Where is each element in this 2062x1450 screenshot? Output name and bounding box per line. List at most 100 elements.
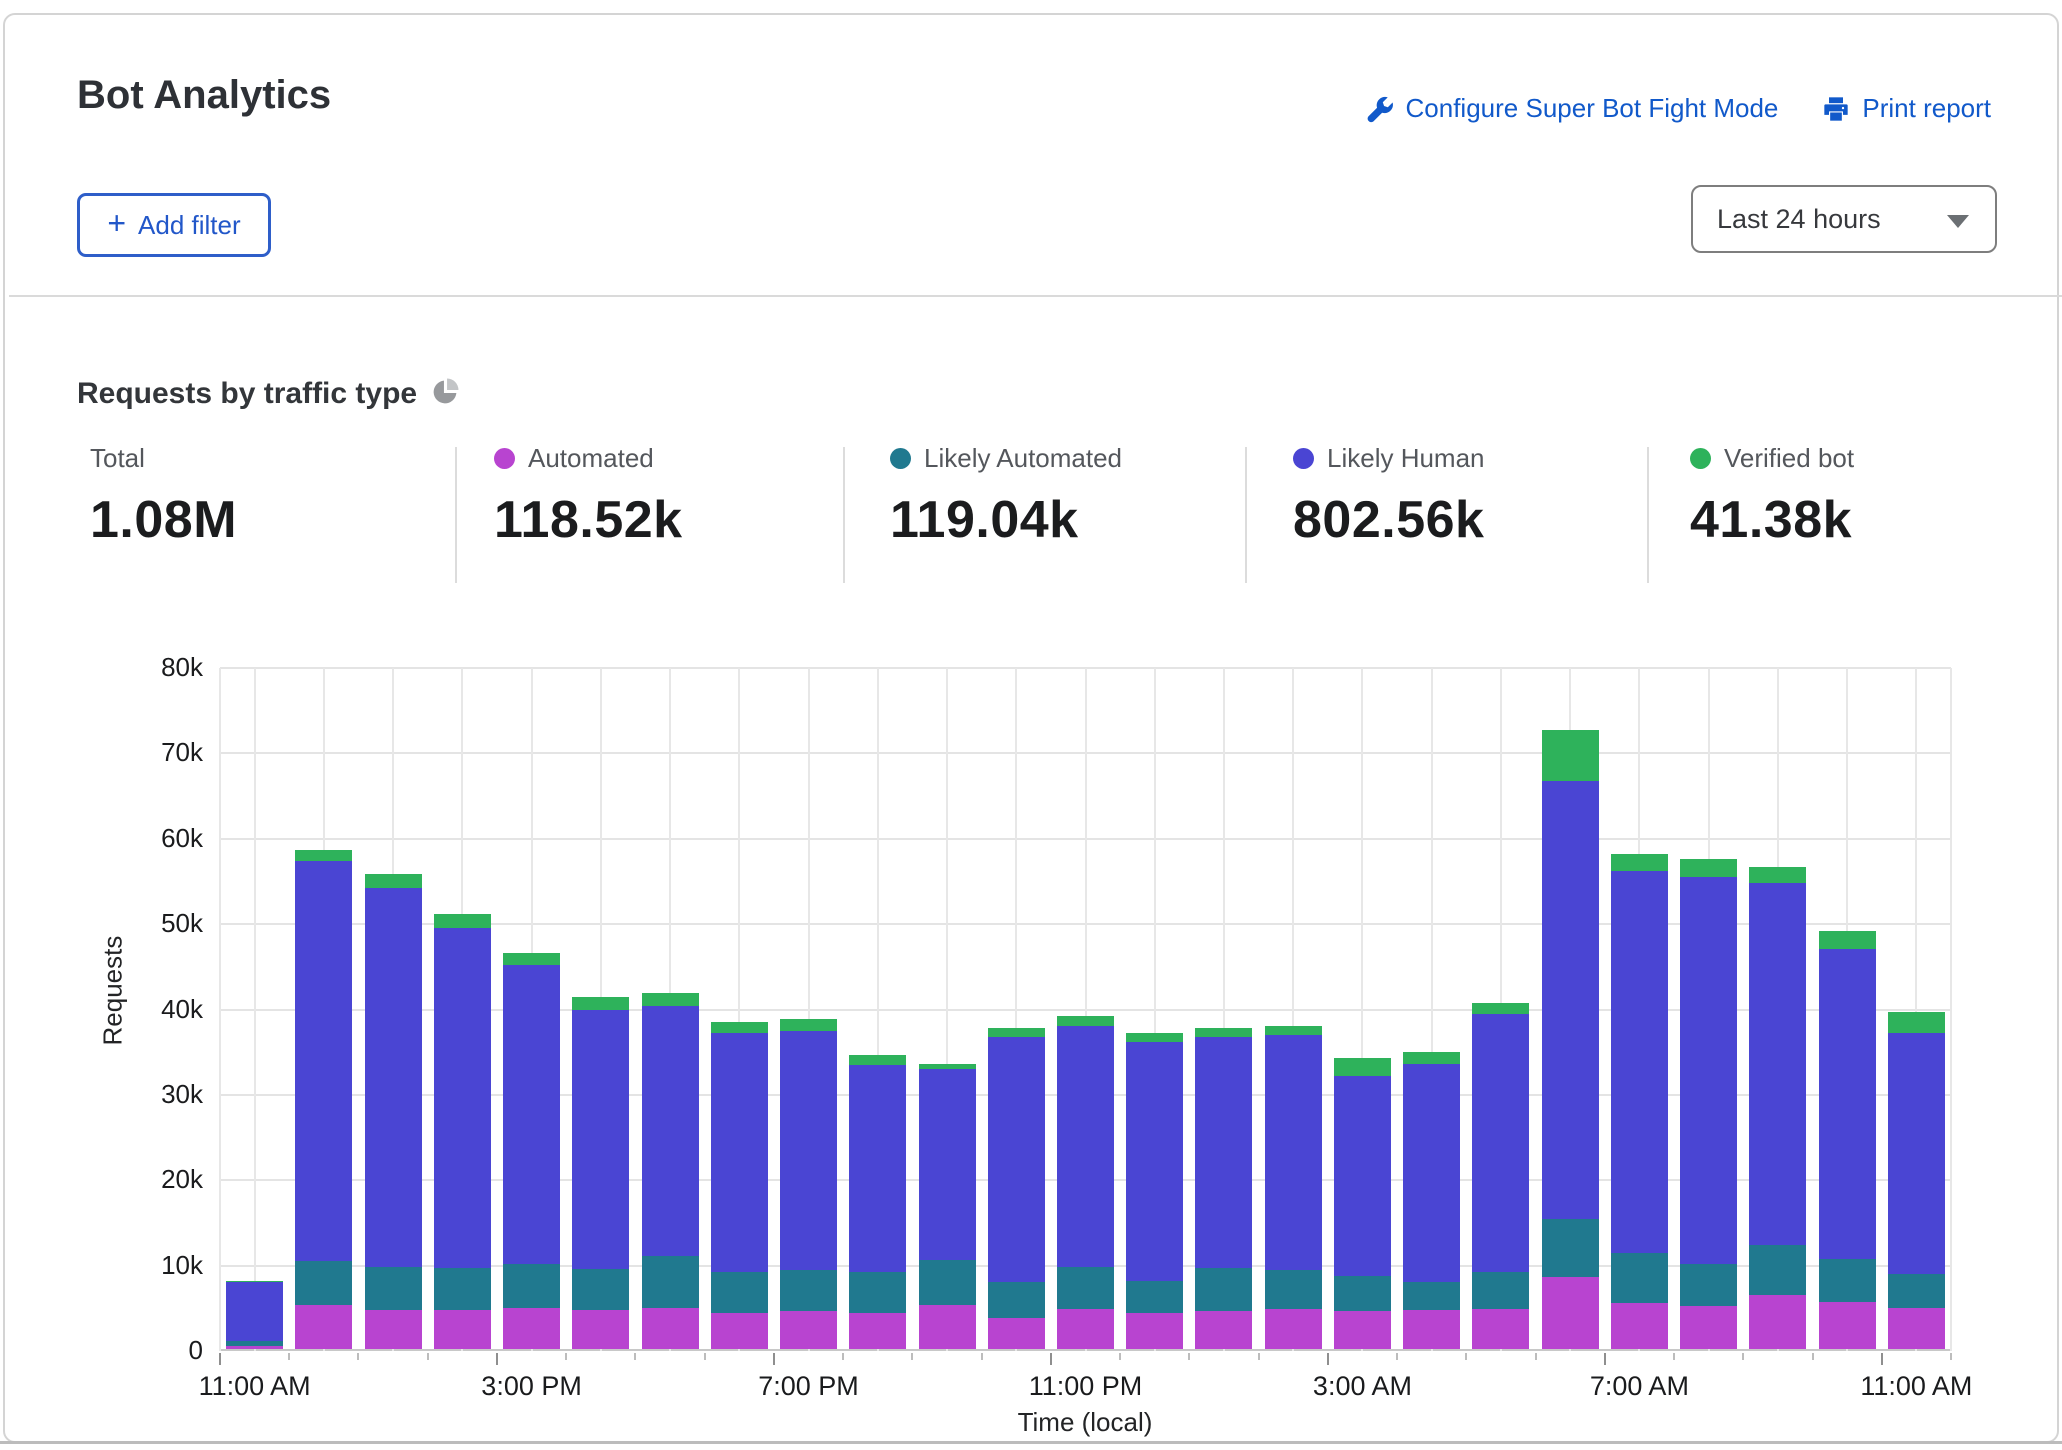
analytics-card: Bot Analytics Configure Super Bot Fight … <box>3 13 2059 1443</box>
bar-segment-automated <box>988 1318 1045 1349</box>
stat-divider <box>843 447 845 583</box>
bar-segment-likely-automated <box>1195 1268 1252 1312</box>
time-range-value: Last 24 hours <box>1717 204 1881 235</box>
bar-segment-likely-automated <box>1472 1272 1529 1309</box>
traffic-type-stats: Total 1.08M Automated 118.52k Likely Aut… <box>5 443 2062 588</box>
bar-2-00-pm[interactable] <box>434 914 491 1349</box>
bar-2-00-am[interactable] <box>1265 1026 1322 1349</box>
stat-likely-automated[interactable]: Likely Automated 119.04k <box>890 443 1122 550</box>
bar-segment-likely-automated <box>1542 1219 1599 1277</box>
stat-likely-human-value: 802.56k <box>1293 490 1485 550</box>
print-report-link[interactable]: Print report <box>1822 93 1991 124</box>
bar-segment-verified-bot <box>1680 859 1737 877</box>
y-tick-label: 10k <box>107 1250 203 1281</box>
stat-likely-human[interactable]: Likely Human 802.56k <box>1293 443 1485 550</box>
axis-minor-tick <box>288 1353 290 1360</box>
axis-minor-tick <box>634 1353 636 1360</box>
bar-12-00-pm[interactable] <box>295 850 352 1349</box>
bar-segment-automated <box>1265 1309 1322 1349</box>
y-tick-label: 20k <box>107 1164 203 1195</box>
x-tick-label: 3:00 AM <box>1313 1371 1412 1402</box>
bar-11-00-pm[interactable] <box>1057 1016 1114 1349</box>
bar-segment-likely-human <box>503 965 560 1264</box>
time-range-select[interactable]: Last 24 hours <box>1691 185 1997 253</box>
add-filter-label: Add filter <box>138 210 241 241</box>
stat-automated[interactable]: Automated 118.52k <box>494 443 683 550</box>
bar-segment-automated <box>642 1308 699 1349</box>
stat-verified-bot[interactable]: Verified bot 41.38k <box>1690 443 1854 550</box>
likely-human-dot-icon <box>1293 448 1314 469</box>
axis-major-tick <box>1327 1353 1329 1365</box>
axis-minor-tick <box>704 1353 706 1360</box>
bar-9-00-am[interactable] <box>1749 867 1806 1349</box>
bar-segment-verified-bot <box>1334 1058 1391 1076</box>
axis-minor-tick <box>911 1353 913 1360</box>
bar-4-00-pm[interactable] <box>572 997 629 1349</box>
bar-11-00-am[interactable] <box>226 1281 283 1349</box>
axis-major-tick <box>773 1353 775 1365</box>
bar-segment-automated <box>1888 1308 1945 1349</box>
bar-segment-verified-bot <box>1749 867 1806 883</box>
y-tick-label: 60k <box>107 823 203 854</box>
bar-1-00-am[interactable] <box>1195 1028 1252 1349</box>
bar-3-00-am[interactable] <box>1334 1058 1391 1349</box>
axis-minor-tick <box>1396 1353 1398 1360</box>
likely-automated-dot-icon <box>890 448 911 469</box>
x-tick-label: 7:00 PM <box>758 1371 859 1402</box>
bar-11-00-am[interactable] <box>1888 1012 1945 1349</box>
bar-segment-likely-human <box>988 1037 1045 1282</box>
bar-segment-verified-bot <box>1472 1003 1529 1014</box>
add-filter-button[interactable]: + Add filter <box>77 193 271 257</box>
bar-10-00-pm[interactable] <box>988 1028 1045 1349</box>
bar-6-00-am[interactable] <box>1542 730 1599 1349</box>
bar-segment-automated <box>1680 1306 1737 1349</box>
bar-8-00-am[interactable] <box>1680 859 1737 1349</box>
bar-segment-automated <box>572 1310 629 1349</box>
wrench-icon <box>1366 95 1394 123</box>
bar-7-00-am[interactable] <box>1611 854 1668 1349</box>
bar-segment-likely-human <box>1126 1042 1183 1281</box>
bar-segment-likely-human <box>1472 1014 1529 1272</box>
bar-segment-automated <box>365 1310 422 1349</box>
axis-minor-tick <box>1188 1353 1190 1360</box>
axis-major-tick <box>219 1353 221 1365</box>
bar-segment-automated <box>1542 1277 1599 1349</box>
next-card-top-border <box>0 1441 2062 1444</box>
bar-10-00-am[interactable] <box>1819 931 1876 1349</box>
bar-5-00-am[interactable] <box>1472 1003 1529 1349</box>
bar-segment-likely-human <box>1888 1033 1945 1274</box>
bar-segment-likely-human <box>1403 1064 1460 1282</box>
axis-major-tick <box>1050 1353 1052 1365</box>
bar-segment-verified-bot <box>1126 1033 1183 1042</box>
bar-segment-verified-bot <box>295 850 352 861</box>
stat-total[interactable]: Total 1.08M <box>90 443 237 550</box>
bar-7-00-pm[interactable] <box>780 1019 837 1349</box>
bar-segment-automated <box>1611 1303 1668 1349</box>
y-tick-label: 50k <box>107 908 203 939</box>
bar-5-00-pm[interactable] <box>642 993 699 1349</box>
bar-segment-likely-automated <box>1265 1270 1322 1309</box>
configure-super-bot-fight-mode-link[interactable]: Configure Super Bot Fight Mode <box>1366 93 1779 124</box>
bar-1-00-pm[interactable] <box>365 874 422 1349</box>
chevron-down-icon <box>1947 215 1969 228</box>
x-tick-label: 11:00 AM <box>1860 1371 1972 1402</box>
bar-segment-verified-bot <box>780 1019 837 1030</box>
bar-9-00-pm[interactable] <box>919 1064 976 1349</box>
bar-segment-likely-automated <box>849 1272 906 1313</box>
bar-8-00-pm[interactable] <box>849 1055 906 1350</box>
bar-segment-likely-human <box>295 861 352 1261</box>
bar-12-00-am[interactable] <box>1126 1033 1183 1349</box>
bar-6-00-pm[interactable] <box>711 1022 768 1349</box>
bar-4-00-am[interactable] <box>1403 1052 1460 1349</box>
bar-segment-likely-human <box>1819 949 1876 1259</box>
stat-total-value: 1.08M <box>90 490 237 550</box>
header-divider <box>9 295 2062 297</box>
bar-segment-verified-bot <box>988 1028 1045 1037</box>
printer-icon <box>1822 95 1850 123</box>
bar-segment-likely-human <box>919 1069 976 1260</box>
x-tick-label: 3:00 PM <box>481 1371 582 1402</box>
bar-3-00-pm[interactable] <box>503 953 560 1349</box>
bar-segment-likely-automated <box>1057 1267 1114 1309</box>
stat-automated-value: 118.52k <box>494 490 683 550</box>
bar-segment-likely-human <box>1334 1076 1391 1277</box>
